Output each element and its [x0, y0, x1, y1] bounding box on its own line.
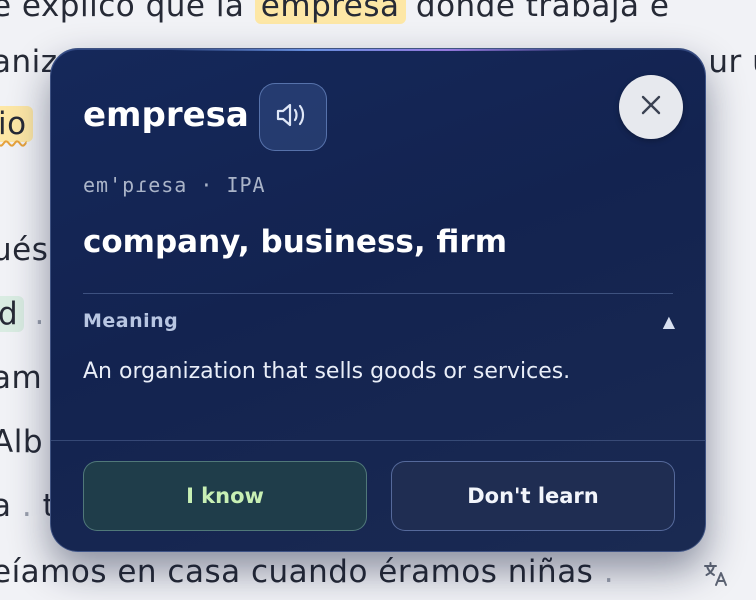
pronounce-button[interactable]: [259, 83, 327, 151]
punctuation: .: [11, 488, 43, 524]
translate-icon[interactable]: [700, 560, 732, 592]
text-span: am: [0, 360, 43, 396]
meaning-label: Meaning: [83, 310, 179, 332]
popup-word: empresa: [83, 95, 249, 135]
word-popup: empresa em'pɾesa · IPA company, business…: [50, 48, 706, 552]
text-span: donde trabaja e: [405, 0, 670, 24]
reader-line: e explicó que la empresa donde trabaja e: [0, 0, 669, 26]
translation-text: company, business, firm: [83, 224, 507, 260]
highlighted-word[interactable]: io: [0, 106, 33, 142]
pronunciation-text: em'pɾesa · IPA: [83, 173, 266, 197]
close-icon: [640, 94, 662, 120]
dont-learn-button[interactable]: Don't learn: [391, 461, 675, 531]
punctuation: .: [593, 554, 615, 590]
known-word[interactable]: d: [0, 296, 25, 332]
collapse-caret-icon: ▲: [662, 311, 675, 331]
speaker-icon: [275, 100, 311, 134]
highlighted-word[interactable]: empresa: [254, 0, 406, 24]
text-span: eíamos en casa cuando éramos niñas: [0, 554, 594, 590]
definition-text: An organization that sells goods or serv…: [83, 359, 571, 384]
divider: [51, 440, 705, 441]
text-span: a: [0, 488, 12, 524]
divider: [83, 293, 673, 294]
meaning-toggle[interactable]: Meaning ▲: [83, 305, 675, 337]
text-span: Alb: [0, 424, 43, 460]
i-know-button[interactable]: I know: [83, 461, 367, 531]
reader-line: io: [0, 104, 33, 144]
text-span: e explicó que la: [0, 0, 255, 24]
close-button[interactable]: [619, 75, 683, 139]
reader-line: eíamos en casa cuando éramos niñas .: [0, 552, 614, 592]
